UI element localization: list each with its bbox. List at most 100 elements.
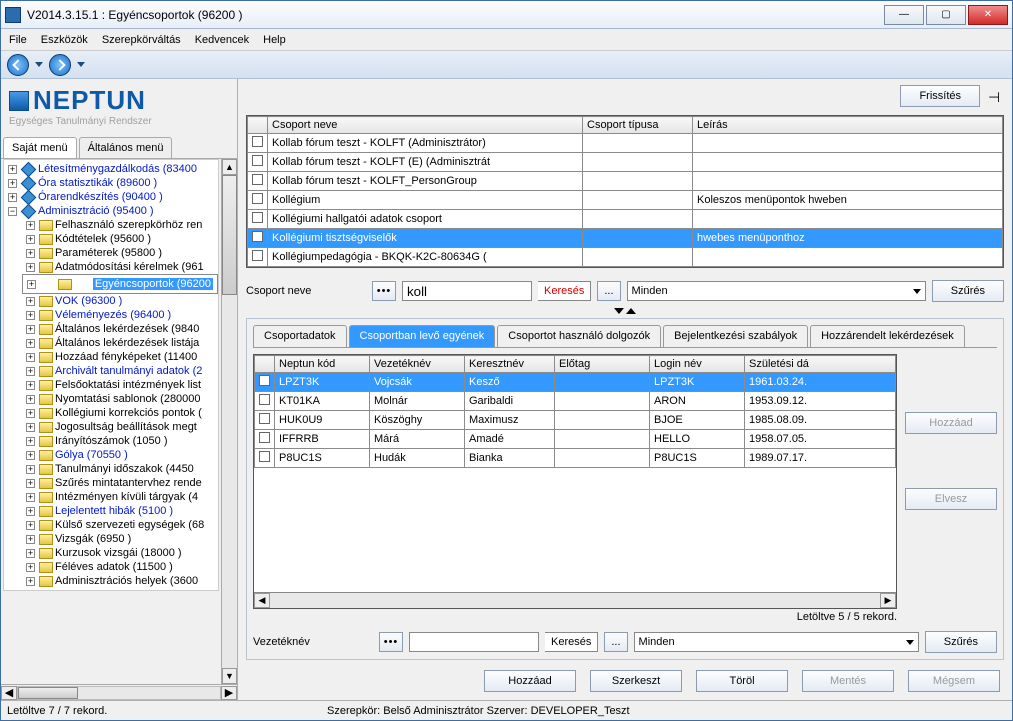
refresh-button[interactable]: Frissítés — [900, 85, 980, 107]
tree-item[interactable]: Intézményen kívüli tárgyak (4 — [55, 491, 198, 503]
table-row[interactable]: KT01KAMolnárGaribaldiARON1953.09.12. — [255, 392, 896, 411]
search2-button[interactable]: Keresés — [545, 632, 598, 652]
tree-item[interactable]: Általános lekérdezések listája — [55, 337, 199, 349]
table-row[interactable]: Kollab fórum teszt - KOLFT (Adminisztrát… — [248, 134, 1003, 153]
row-checkbox[interactable] — [252, 193, 263, 204]
row-checkbox[interactable] — [259, 394, 270, 405]
tree-item[interactable]: VOK (96300 ) — [55, 295, 122, 307]
delete-button[interactable]: Töröl — [696, 670, 788, 692]
pager[interactable] — [246, 308, 1004, 314]
search1-browse-button[interactable]: ... — [597, 281, 620, 301]
menu-tools[interactable]: Eszközök — [41, 34, 88, 46]
members-hscroll[interactable]: ◀▶ — [254, 592, 896, 608]
tree-item[interactable]: Kollégiumi korrekciós pontok ( — [55, 407, 202, 419]
table-row-selected[interactable]: LPZT3KVojcsákKeszőLPZT3K1961.03.24. — [255, 373, 896, 392]
tree-item[interactable]: Létesítménygazdálkodás (83400 — [38, 163, 197, 175]
nav-forward-button[interactable] — [49, 54, 71, 76]
tree-item[interactable]: Óra statisztikák (89600 ) — [38, 177, 157, 189]
row-checkbox[interactable] — [252, 155, 263, 166]
tab-assigned-queries[interactable]: Hozzárendelt lekérdezések — [810, 325, 965, 347]
table-row[interactable]: Kollab fórum teszt - KOLFT (E) (Adminisz… — [248, 153, 1003, 172]
add-button[interactable]: Hozzáad — [484, 670, 576, 692]
save-button[interactable]: Mentés — [802, 670, 894, 692]
cancel-button[interactable]: Mégsem — [908, 670, 1000, 692]
search1-mode-button[interactable]: ••• — [372, 281, 396, 301]
close-button[interactable]: ✕ — [968, 5, 1008, 25]
tree-item[interactable]: Paraméterek (95800 ) — [55, 247, 162, 259]
tree-item[interactable]: Irányítószámok (1050 ) — [55, 435, 168, 447]
tree-item[interactable]: Adminisztráció (95400 ) — [38, 205, 154, 217]
row-checkbox[interactable] — [259, 451, 270, 462]
col-group-name[interactable]: Csoport neve — [268, 117, 583, 134]
table-row[interactable]: P8UC1SHudákBiankaP8UC1S1989.07.17. — [255, 449, 896, 468]
tab-group-members[interactable]: Csoportban levő egyének — [349, 325, 496, 347]
tree-item[interactable]: Lejelentett hibák (5100 ) — [55, 505, 173, 517]
tree-item[interactable]: Adminisztrációs helyek (3600 — [55, 575, 198, 587]
tree-item[interactable]: Féléves adatok (11500 ) — [55, 561, 173, 573]
search2-input[interactable] — [409, 632, 539, 652]
members-add-button[interactable]: Hozzáad — [905, 412, 997, 434]
tree-item[interactable]: Vizsgák (6950 ) — [55, 533, 131, 545]
table-row[interactable]: HUK0U9KöszöghyMaximuszBJOE1985.08.09. — [255, 411, 896, 430]
table-row-selected[interactable]: Kollégiumi tisztségviselőkhwebes menüpon… — [248, 229, 1003, 248]
table-row[interactable]: Kollégiumi hallgatói adatok csoport — [248, 210, 1003, 229]
minimize-button[interactable]: — — [884, 5, 924, 25]
table-row[interactable]: IFFRRBMáráAmadéHELLO1958.07.05. — [255, 430, 896, 449]
search1-filter-button[interactable]: Szűrés — [932, 280, 1004, 302]
search1-scope-select[interactable]: Minden — [627, 281, 926, 301]
row-checkbox[interactable] — [252, 250, 263, 261]
tree-item[interactable]: Felhasználó szerepkörhöz ren — [55, 219, 202, 231]
pin-icon[interactable] — [988, 89, 1002, 103]
tree-item[interactable]: Gólya (70550 ) — [55, 449, 128, 461]
tree-item[interactable]: Felsőoktatási intézmények list — [55, 379, 201, 391]
search2-filter-button[interactable]: Szűrés — [925, 631, 997, 653]
nav-forward-dropdown-icon[interactable] — [77, 62, 85, 67]
tree-item[interactable]: Hozzáad fényképeket (11400 — [55, 351, 197, 363]
col-firstname[interactable]: Keresztnév — [465, 356, 555, 373]
search2-mode-button[interactable]: ••• — [379, 632, 403, 652]
members-remove-button[interactable]: Elvesz — [905, 488, 997, 510]
col-lastname[interactable]: Vezetéknév — [370, 356, 465, 373]
tree-item[interactable]: Általános lekérdezések (9840 — [55, 323, 199, 335]
menu-file[interactable]: File — [9, 34, 27, 46]
search1-button[interactable]: Keresés — [538, 281, 591, 301]
nav-back-dropdown-icon[interactable] — [35, 62, 43, 67]
tree-item[interactable]: Nyomtatási sablonok (280000 — [55, 393, 201, 405]
col-prefix[interactable]: Előtag — [555, 356, 650, 373]
edit-button[interactable]: Szerkeszt — [590, 670, 682, 692]
row-checkbox[interactable] — [259, 432, 270, 443]
col-birth[interactable]: Születési dá — [745, 356, 896, 373]
tree-item[interactable]: Külső szervezeti egységek (68 — [55, 519, 204, 531]
table-row[interactable]: KollégiumKoleszos menüpontok hweben — [248, 191, 1003, 210]
tree-vscroll[interactable]: ▲▼ — [221, 159, 237, 684]
col-group-desc[interactable]: Leírás — [693, 117, 1003, 134]
tab-general-menu[interactable]: Általános menü — [79, 137, 173, 158]
maximize-button[interactable]: ▢ — [926, 5, 966, 25]
tree-item[interactable]: Szűrés mintatantervhez rende — [55, 477, 202, 489]
tab-login-rules[interactable]: Bejelentkezési szabályok — [663, 325, 808, 347]
search2-browse-button[interactable]: ... — [604, 632, 627, 652]
menu-role[interactable]: Szerepkörváltás — [102, 34, 181, 46]
tree-item-selected[interactable]: Egyéncsoportok (96200 — [93, 278, 213, 290]
tree-hscroll[interactable]: ◀▶ — [1, 684, 237, 700]
row-checkbox[interactable] — [259, 375, 270, 386]
nav-back-button[interactable] — [7, 54, 29, 76]
row-checkbox[interactable] — [252, 212, 263, 223]
tab-own-menu[interactable]: Saját menü — [3, 137, 77, 158]
row-checkbox[interactable] — [252, 136, 263, 147]
tree-item[interactable]: Órarendkészítés (90400 ) — [38, 191, 163, 203]
col-group-type[interactable]: Csoport típusa — [583, 117, 693, 134]
tab-group-data[interactable]: Csoportadatok — [253, 325, 347, 347]
col-code[interactable]: Neptun kód — [275, 356, 370, 373]
row-checkbox[interactable] — [252, 231, 263, 242]
search2-scope-select[interactable]: Minden — [634, 632, 919, 652]
tab-group-users[interactable]: Csoportot használó dolgozók — [497, 325, 661, 347]
row-checkbox[interactable] — [259, 413, 270, 424]
row-checkbox[interactable] — [252, 174, 263, 185]
table-row[interactable]: Kollégiumpedagógia - BKQK-K2C-80634G ( — [248, 248, 1003, 267]
col-login[interactable]: Login név — [650, 356, 745, 373]
tree-item[interactable]: Kódtételek (95600 ) — [55, 233, 151, 245]
tree-item[interactable]: Jogosultság beállítások megt — [55, 421, 197, 433]
tree-item[interactable]: Tanulmányi időszakok (4450 — [55, 463, 194, 475]
menu-help[interactable]: Help — [263, 34, 286, 46]
